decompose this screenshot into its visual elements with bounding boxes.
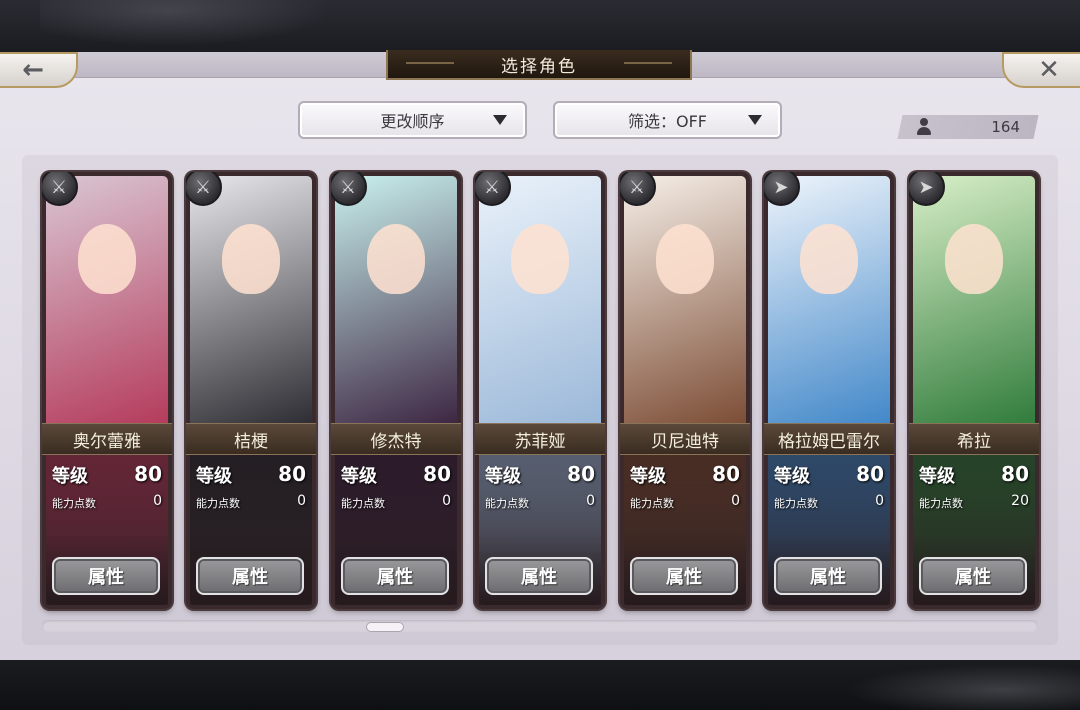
- ability-points-label: 能力点数: [196, 497, 240, 510]
- ability-points-value: 0: [442, 493, 451, 509]
- character-portrait: [46, 176, 168, 429]
- attributes-button[interactable]: 属性: [196, 557, 304, 595]
- level-label: 等级: [919, 466, 955, 487]
- chevron-down-icon: [493, 115, 507, 125]
- filter-dropdown[interactable]: 筛选：OFF: [553, 101, 782, 139]
- ability-points-label: 能力点数: [52, 497, 96, 510]
- close-button[interactable]: ✕: [1002, 52, 1080, 88]
- page-title: 选择角色: [501, 56, 577, 77]
- character-portrait: [768, 176, 890, 429]
- filter-label: 筛选：OFF: [627, 112, 707, 131]
- attributes-button[interactable]: 属性: [52, 557, 160, 595]
- ability-points-value: 0: [153, 493, 162, 509]
- ability-points-value: 0: [586, 493, 595, 509]
- level-label: 等级: [52, 466, 88, 487]
- level-label: 等级: [630, 466, 666, 487]
- character-count-value: 164: [991, 118, 1020, 136]
- character-name: 希拉: [909, 423, 1039, 455]
- ability-points-value: 0: [731, 493, 740, 509]
- attributes-button[interactable]: 属性: [919, 557, 1027, 595]
- level-label: 等级: [774, 466, 810, 487]
- sort-dropdown[interactable]: 更改顺序: [298, 101, 527, 139]
- sort-label: 更改顺序: [380, 112, 445, 131]
- level-value: 80: [423, 462, 451, 486]
- character-card[interactable]: ➤ 格拉姆巴雷尔 等级 80 能力点数 0 属性: [764, 172, 894, 609]
- level-label: 等级: [196, 466, 232, 487]
- level-value: 80: [278, 462, 306, 486]
- close-icon: ✕: [1038, 55, 1060, 85]
- character-card[interactable]: ⚔ 桔梗 等级 80 能力点数 0 属性: [186, 172, 316, 609]
- attributes-button[interactable]: 属性: [774, 557, 882, 595]
- top-background: [0, 0, 1080, 52]
- ability-points-label: 能力点数: [774, 497, 818, 510]
- ability-points-label: 能力点数: [630, 497, 674, 510]
- character-name: 苏菲娅: [475, 423, 605, 455]
- title-ornament-left: [406, 62, 454, 64]
- character-portrait: [913, 176, 1035, 429]
- ability-points-value: 0: [875, 493, 884, 509]
- character-name: 奥尔蕾雅: [42, 423, 172, 455]
- level-value: 80: [567, 462, 595, 486]
- user-icon: [916, 118, 932, 136]
- level-value: 80: [1001, 462, 1029, 486]
- attributes-button[interactable]: 属性: [341, 557, 449, 595]
- character-card[interactable]: ⚔ 苏菲娅 等级 80 能力点数 0 属性: [475, 172, 605, 609]
- character-card[interactable]: ⚔ 奥尔蕾雅 等级 80 能力点数 0 属性: [42, 172, 172, 609]
- attributes-button[interactable]: 属性: [630, 557, 738, 595]
- character-portrait: [190, 176, 312, 429]
- ability-points-label: 能力点数: [485, 497, 529, 510]
- level-value: 80: [712, 462, 740, 486]
- character-name: 修杰特: [331, 423, 461, 455]
- ability-points-label: 能力点数: [341, 497, 385, 510]
- level-label: 等级: [485, 466, 521, 487]
- chevron-down-icon: [748, 115, 762, 125]
- attributes-button[interactable]: 属性: [485, 557, 593, 595]
- character-portrait: [335, 176, 457, 429]
- ability-points-value: 0: [297, 493, 306, 509]
- bottom-background: [0, 660, 1080, 710]
- level-value: 80: [856, 462, 884, 486]
- horizontal-scrollbar[interactable]: [42, 620, 1038, 632]
- back-arrow-icon: ←: [22, 55, 44, 85]
- character-portrait: [479, 176, 601, 429]
- back-button[interactable]: ←: [0, 52, 78, 88]
- character-card[interactable]: ➤ 希拉 等级 80 能力点数 20 属性: [909, 172, 1039, 609]
- ability-points-value: 20: [1011, 493, 1029, 509]
- level-label: 等级: [341, 466, 377, 487]
- scrollbar-thumb[interactable]: [366, 622, 404, 632]
- character-name: 格拉姆巴雷尔: [764, 423, 894, 455]
- title-plate: 选择角色: [386, 50, 692, 80]
- ability-points-label: 能力点数: [919, 497, 963, 510]
- level-value: 80: [134, 462, 162, 486]
- character-portrait: [624, 176, 746, 429]
- character-name: 贝尼迪特: [620, 423, 750, 455]
- character-name: 桔梗: [186, 423, 316, 455]
- character-card[interactable]: ⚔ 贝尼迪特 等级 80 能力点数 0 属性: [620, 172, 750, 609]
- character-card[interactable]: ⚔ 修杰特 等级 80 能力点数 0 属性: [331, 172, 461, 609]
- title-ornament-right: [624, 62, 672, 64]
- character-count: 164: [906, 115, 1030, 139]
